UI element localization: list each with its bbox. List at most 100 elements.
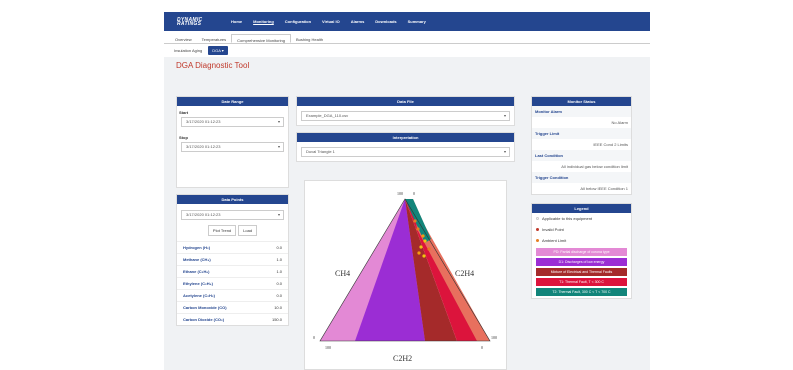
data-point: [422, 254, 426, 258]
axis-label-c2h4: C2H4: [455, 269, 474, 278]
tab-insulation-aging[interactable]: Insulation Aging: [174, 48, 202, 53]
data-point-select[interactable]: 3/17/2020 01:12:23 ▾: [181, 210, 284, 220]
gas-name: Ethylene (C₂H₄): [183, 281, 213, 286]
data-file-select[interactable]: Example_DGA_110.csv ▾: [301, 111, 510, 121]
nav-summary[interactable]: Summary: [408, 19, 426, 24]
axis-label-ch4: CH4: [335, 269, 350, 278]
legend-dot: [536, 228, 539, 231]
trigger-condition-label: Trigger Condition: [532, 172, 631, 183]
stop-date-value: 3/17/2020 01:12:23: [186, 144, 221, 149]
page-title: DGA Diagnostic Tool: [176, 61, 250, 70]
chevron-down-icon: ▾: [503, 149, 506, 154]
data-point: [413, 219, 417, 223]
legend-swatch-t1: T1: Thermal Fault, T < 300 C: [536, 278, 627, 286]
nav-configuration[interactable]: Configuration: [285, 19, 311, 24]
chevron-down-icon: ▾: [277, 119, 280, 124]
trigger-limit-label: Trigger Limit: [532, 128, 631, 139]
duval-triangle-svg: 100 0 0 100 100 0 CH4 C2H4 C2H2: [313, 191, 497, 363]
gas-value: 0.0: [276, 293, 282, 298]
interpretation-select[interactable]: Duval Triangle 1 ▾: [301, 147, 510, 157]
data-file-panel: Data File Example_DGA_110.csv ▾: [296, 96, 515, 126]
gas-value: 10.0: [274, 305, 282, 310]
start-date-select[interactable]: 3/17/2020 01:12:23 ▾: [181, 117, 284, 127]
gas-row: Carbon Dioxide (CO₂) 150.0: [177, 313, 288, 325]
nav-virtual-io[interactable]: Virtual IO: [322, 19, 340, 24]
tab-overview[interactable]: Overview: [170, 34, 197, 43]
legend-label: Applicable to this equipment: [542, 216, 593, 221]
legend-swatch-t2: T2: Thermal Fault, 300 C < T < 700 C: [536, 288, 627, 296]
tab-temperatures[interactable]: Temperatures: [197, 34, 231, 43]
interpretation-panel: Interpretation Duval Triangle 1 ▾: [296, 132, 515, 162]
date-range-header: Date Range: [177, 97, 288, 106]
gas-value: 1.0: [276, 269, 282, 274]
monitoring-tabs: Overview Temperatures Comprehensive Moni…: [164, 31, 650, 44]
left-column: Date Range Start 3/17/2020 01:12:23 ▾ St…: [176, 96, 289, 326]
nav-home[interactable]: Home: [231, 19, 242, 24]
gas-value: 1.0: [276, 257, 282, 262]
nav-downloads[interactable]: Downloads: [375, 19, 396, 24]
app-window: DYNAMIC RATINGS Home Monitoring Configur…: [164, 12, 650, 370]
duval-triangle-diagram: 100 0 0 100 100 0 CH4 C2H4 C2H2: [304, 180, 507, 370]
tab-comprehensive-monitoring[interactable]: Comprehensive Monitoring: [231, 34, 291, 43]
stop-label: Stop: [179, 135, 188, 140]
legend-header: Legend: [532, 204, 631, 213]
legend-dot: [536, 217, 539, 220]
data-point-value: 3/17/2020 01:12:23: [186, 212, 221, 217]
brand-logo-text: DYNAMIC RATINGS: [177, 17, 202, 26]
gas-value: 0.0: [276, 281, 282, 286]
nav-monitoring[interactable]: Monitoring: [253, 19, 274, 24]
gas-name: Carbon Monoxide (CO): [183, 305, 227, 310]
data-point: [427, 247, 431, 251]
monitor-alarm-label: Monitor Alarm: [532, 106, 631, 117]
gas-row: Acetylene (C₂H₂) 0.0: [177, 289, 288, 301]
tick-label: 100: [325, 345, 331, 350]
gas-name: Acetylene (C₂H₂): [183, 293, 216, 298]
brand-logo[interactable]: DYNAMIC RATINGS: [177, 15, 217, 29]
monitor-alarm-value: No Alarm: [611, 120, 628, 125]
chevron-down-icon: ▾: [503, 113, 506, 118]
legend-label: Invalid Point: [542, 227, 564, 232]
monitor-status-header: Monitor Status: [532, 97, 631, 106]
legend-item: Invalid Point: [532, 224, 631, 235]
legend-panel: Legend Applicable to this equipment Inva…: [531, 203, 632, 299]
trigger-limit-value: IEEE Cond 2 Limits: [593, 142, 628, 147]
legend-item: Applicable to this equipment: [532, 213, 631, 224]
data-points-panel: Data Points 3/17/2020 01:12:23 ▾ Plot Tr…: [176, 194, 289, 326]
nav-links: Home Monitoring Configuration Virtual IO…: [231, 19, 426, 24]
legend-label: Ambient Limit: [542, 238, 567, 243]
legend-swatch-dt: Mixture of Electrical and Thermal Faults: [536, 268, 627, 276]
stop-date-select[interactable]: 3/17/2020 01:12:23 ▾: [181, 142, 284, 152]
data-file-value: Example_DGA_110.csv: [306, 113, 349, 118]
monitor-status-panel: Monitor Status Monitor Alarm No Alarm Tr…: [531, 96, 632, 195]
dga-dropdown-button[interactable]: DGA ▾: [208, 46, 228, 55]
data-point: [416, 227, 420, 231]
data-point: [421, 234, 425, 238]
top-navbar: DYNAMIC RATINGS Home Monitoring Configur…: [164, 12, 650, 31]
data-points-header: Data Points: [177, 195, 288, 204]
gas-name: Methane (CH₄): [183, 257, 211, 262]
gas-name: Ethane (C₂H₆): [183, 269, 210, 274]
interpretation-value: Duval Triangle 1: [306, 149, 335, 154]
tick-label: 0: [313, 335, 315, 340]
gas-value: 150.0: [271, 317, 282, 322]
start-label: Start: [179, 110, 189, 115]
data-file-header: Data File: [297, 97, 514, 106]
chevron-down-icon: ▾: [277, 144, 280, 149]
date-range-panel: Date Range Start 3/17/2020 01:12:23 ▾ St…: [176, 96, 289, 188]
last-condition-value: All individual gas below condition limit: [561, 164, 628, 169]
nav-alarms[interactable]: Alarms: [351, 19, 365, 24]
tab-bushing-health[interactable]: Bushing Health: [291, 34, 328, 43]
axis-label-c2h2: C2H2: [393, 354, 412, 363]
tick-label: 100: [397, 191, 403, 196]
load-button[interactable]: Load: [238, 225, 258, 236]
gas-value: 0.0: [276, 245, 282, 250]
start-date-value: 3/17/2020 01:12:23: [186, 119, 221, 124]
legend-swatch-d1: D1: Discharges of low energy: [536, 258, 627, 266]
last-condition-label: Last Condition: [532, 150, 631, 161]
gas-row: Carbon Monoxide (CO) 10.0: [177, 301, 288, 313]
gas-name: Carbon Dioxide (CO₂): [183, 317, 225, 322]
gas-row: Hydrogen (H₂) 0.0: [177, 241, 288, 253]
plot-trend-button[interactable]: Plot Trend: [207, 225, 237, 236]
gas-name: Hydrogen (H₂): [183, 245, 211, 250]
interpretation-header: Interpretation: [297, 133, 514, 142]
